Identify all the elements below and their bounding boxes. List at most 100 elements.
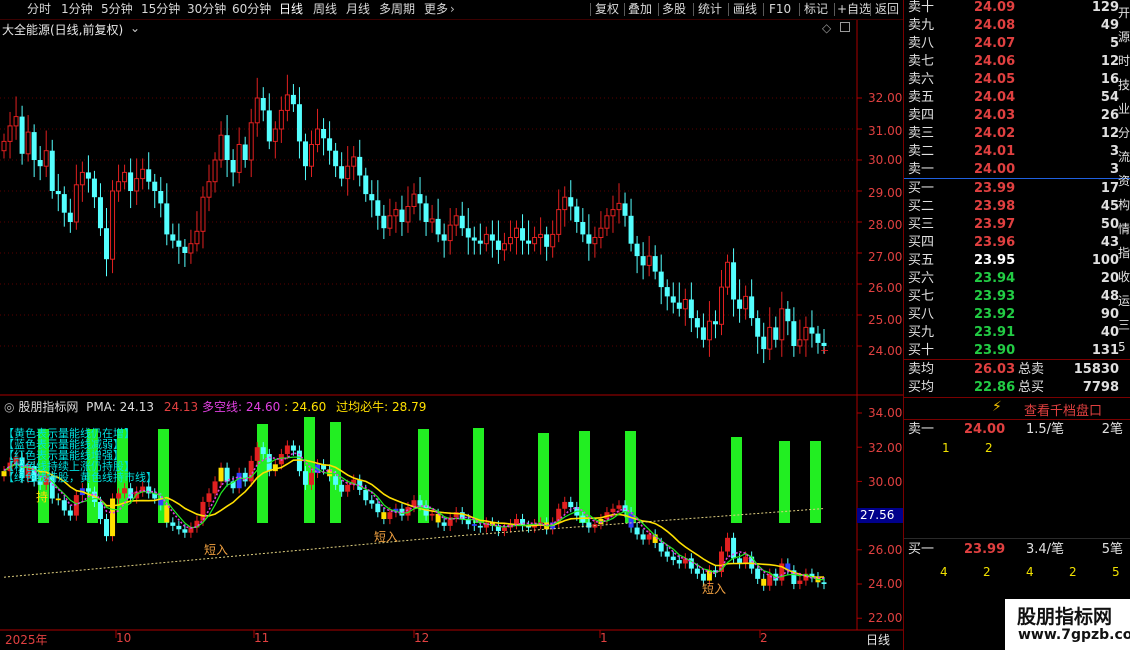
bid-label: 买一 — [908, 181, 935, 196]
ask-volume: 12 — [1100, 54, 1119, 69]
ind-tick: 22.00 — [868, 611, 903, 625]
bid-row[interactable]: 买十 23.90 131 — [904, 342, 1130, 360]
kline-layer: + — [1, 74, 829, 364]
ask-volume: 16 — [1100, 72, 1119, 87]
candle-body — [538, 233, 544, 238]
candle-body — [725, 261, 731, 288]
ask-row[interactable]: 卖一 24.00 3 — [904, 161, 1130, 179]
buy1-order: 5 — [1112, 565, 1120, 579]
candle-body — [676, 302, 682, 309]
indicator-name: 股朋指标网 — [18, 400, 79, 414]
avg-bid-row[interactable]: 买均 22.86 总买 7798 — [904, 379, 1130, 397]
ask-row[interactable]: 卖七 24.06 12 — [904, 53, 1130, 71]
bid-price: 23.98 — [974, 199, 1016, 214]
candle-body — [79, 171, 85, 186]
buy1-count: 5笔 — [1101, 542, 1123, 557]
ind-candle-body — [821, 582, 827, 584]
ask-price: 24.02 — [974, 126, 1016, 141]
bid-volume: 90 — [1100, 307, 1119, 322]
candle-body — [43, 150, 49, 167]
candle-body — [393, 209, 399, 217]
buy1-row[interactable]: 买一 23.99 3.4/笔 5笔 — [904, 541, 1130, 559]
candle-body — [254, 97, 260, 124]
candle-body — [604, 215, 610, 229]
candle-body — [743, 295, 749, 310]
candle-body — [429, 218, 435, 223]
book-divider — [904, 419, 1130, 420]
ind-candle-body — [170, 522, 176, 526]
candle-body — [97, 197, 103, 229]
ind-candle-body — [562, 501, 568, 509]
ind-candle-body — [417, 500, 423, 506]
bid-row[interactable]: 买八 23.92 90 — [904, 306, 1130, 324]
bid-row[interactable]: 买四 23.96 43 — [904, 234, 1130, 252]
ask-price: 24.08 — [974, 18, 1016, 33]
avg-bid-price: 22.86 — [974, 380, 1016, 395]
radio-icon[interactable]: ◎ — [4, 400, 14, 414]
value3: : 24.60 — [284, 400, 327, 414]
ask-row[interactable]: 卖四 24.03 26 — [904, 107, 1130, 125]
ind-candle-body — [236, 472, 242, 489]
bid-volume: 17 — [1100, 181, 1119, 196]
price-tick: 24.00 — [868, 344, 903, 358]
candle-body — [206, 181, 212, 198]
candle-body — [797, 339, 803, 347]
candle-body — [501, 243, 507, 251]
bid-label: 买二 — [908, 199, 935, 214]
bid-row[interactable]: 买七 23.93 48 — [904, 288, 1130, 306]
ind-candle-body — [200, 501, 206, 521]
candle-body — [417, 194, 423, 204]
side-info-char: 收 — [1118, 270, 1130, 284]
bid-row[interactable]: 买六 23.94 20 — [904, 270, 1130, 288]
ask-row[interactable]: 卖三 24.02 12 — [904, 125, 1130, 143]
bid-price: 23.99 — [974, 181, 1016, 196]
avg-bid-label: 买均 — [908, 380, 935, 395]
price-tick: 28.00 — [868, 218, 903, 232]
price-tick: 30.00 — [868, 153, 903, 167]
candle-body — [248, 122, 254, 161]
bid-row[interactable]: 买二 23.98 45 — [904, 198, 1130, 216]
watermark: 股朋指标网 www.7gpzb.com — [1005, 599, 1130, 650]
ind-candle-body — [290, 445, 296, 451]
bid-row[interactable]: 买一 23.99 17 — [904, 180, 1130, 198]
ask-label: 卖六 — [908, 72, 935, 87]
thousand-level-button[interactable]: ⚡ 查看千档盘口 — [904, 398, 1130, 420]
candle-body — [345, 165, 351, 180]
candle-body — [110, 190, 116, 260]
bid-volume: 100 — [1091, 253, 1119, 268]
ind-candle-body — [670, 556, 676, 561]
sell1-row[interactable]: 卖一 24.00 1.5/笔 2笔 — [904, 421, 1130, 439]
ask-price: 24.04 — [974, 90, 1016, 105]
candle-body — [562, 196, 568, 211]
ask-row[interactable]: 卖六 24.05 16 — [904, 71, 1130, 89]
candle-body — [37, 160, 43, 167]
avg-ask-row[interactable]: 卖均 26.03 总卖 15830 — [904, 361, 1130, 379]
candle-body — [773, 327, 779, 340]
ind-candle-body — [676, 560, 682, 564]
candle-body — [339, 166, 345, 179]
signal-bar — [810, 441, 821, 523]
candle-body — [526, 240, 532, 244]
candle-body — [351, 156, 357, 167]
ask-row[interactable]: 卖二 24.01 3 — [904, 143, 1130, 161]
ask-row[interactable]: 卖十 24.09 129 — [904, 0, 1130, 17]
bid-volume: 48 — [1100, 289, 1119, 304]
candle-body — [803, 326, 809, 341]
bid-row[interactable]: 买五 23.95 100 — [904, 252, 1130, 270]
ask-row[interactable]: 卖八 24.07 5 — [904, 35, 1130, 53]
candle-body — [610, 209, 616, 217]
bid-row[interactable]: 买九 23.91 40 — [904, 324, 1130, 342]
period-label[interactable]: 日线 — [866, 631, 890, 648]
candle-body — [453, 215, 459, 226]
bid-row[interactable]: 买三 23.97 50 — [904, 216, 1130, 234]
candle-body — [737, 299, 743, 309]
ask-row[interactable]: 卖九 24.08 49 — [904, 17, 1130, 35]
buy1-vol: 3.4/笔 — [1026, 542, 1065, 557]
candle-body — [290, 94, 296, 105]
candle-body — [399, 209, 405, 222]
ask-row[interactable]: 卖五 24.04 54 — [904, 89, 1130, 107]
side-info-char: 指 — [1118, 246, 1130, 260]
ind-candle-body — [375, 503, 381, 513]
candle-body — [634, 243, 640, 257]
ind-candle-body — [85, 488, 91, 492]
